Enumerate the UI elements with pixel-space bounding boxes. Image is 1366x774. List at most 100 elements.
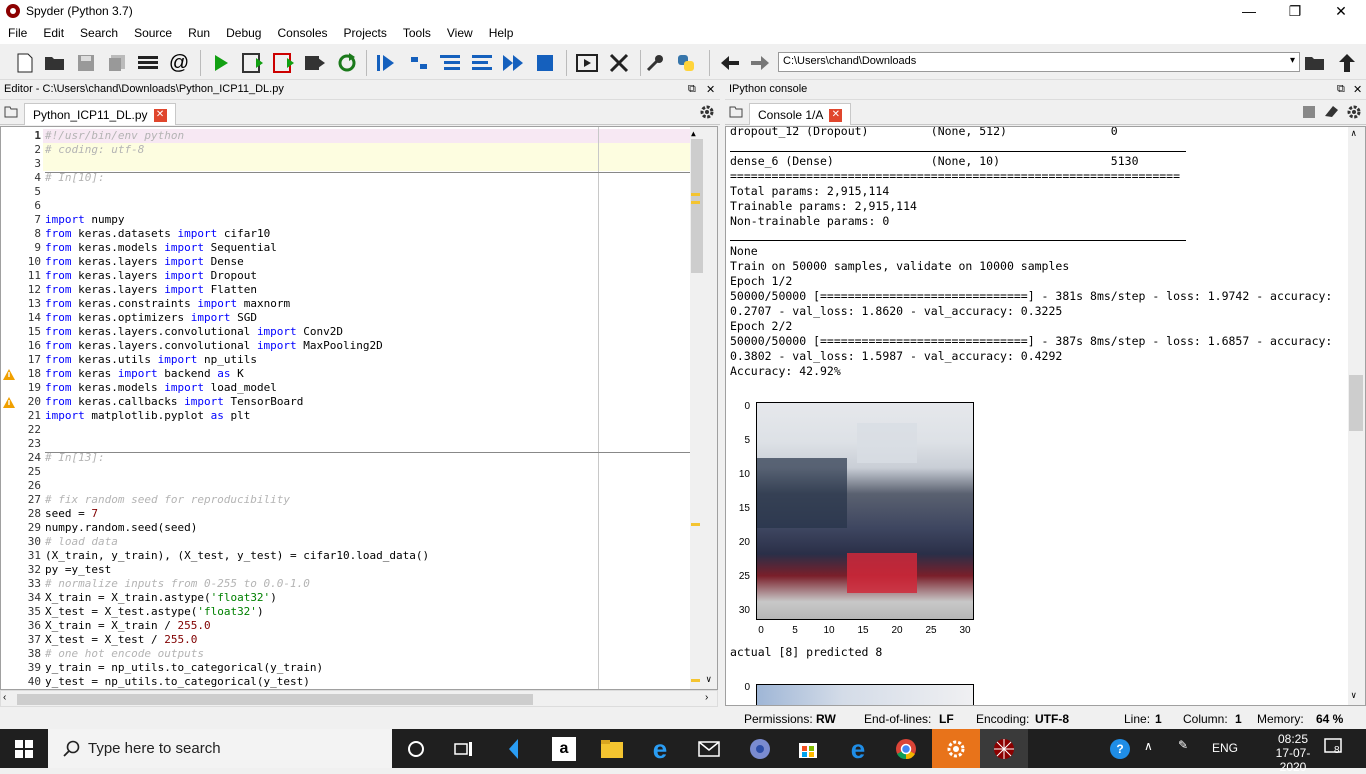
encoding-label: Encoding: <box>976 712 1030 726</box>
memory-value: 64 % <box>1316 712 1344 726</box>
python-path-icon[interactable] <box>673 50 699 76</box>
forward-arrow-icon[interactable] <box>747 50 773 76</box>
line-number: 6 <box>34 199 41 212</box>
scroll-down-icon[interactable]: ∨ <box>1351 691 1356 701</box>
new-file-icon[interactable] <box>12 50 38 76</box>
menu-consoles[interactable]: Consoles <box>269 22 335 40</box>
language-indicator[interactable]: ENG <box>1212 741 1238 755</box>
close-pane-icon[interactable]: ✕ <box>1353 83 1362 96</box>
run-cell-icon[interactable] <box>240 50 266 76</box>
code-editor[interactable]: 1 2 3 4 5 6 7 8 9 10 11 12 13 14 15 16 17 18 19 20 21 22 23 24 2… <box>0 126 718 690</box>
list-icon[interactable] <box>135 50 161 76</box>
preferences-icon[interactable] <box>642 50 668 76</box>
edge-icon[interactable]: e <box>636 729 684 768</box>
eraser-icon[interactable] <box>1323 104 1339 121</box>
browse-tabs-icon[interactable] <box>729 105 743 122</box>
run-selection-icon[interactable] <box>302 50 328 76</box>
mail-icon[interactable] <box>686 729 734 768</box>
menu-projects[interactable]: Projects <box>336 22 395 40</box>
scrollbar-thumb[interactable] <box>691 139 703 273</box>
step-return-icon[interactable] <box>469 50 495 76</box>
close-pane-icon[interactable]: ✕ <box>706 83 715 96</box>
save-icon[interactable] <box>73 50 99 76</box>
chevron-up-icon[interactable]: ∧ <box>1144 739 1153 753</box>
run-icon[interactable] <box>208 50 234 76</box>
file-explorer-icon[interactable] <box>588 729 636 768</box>
horizontal-scrollbar-thumb[interactable] <box>17 694 533 705</box>
console-scrollbar[interactable]: ∧ ∨ <box>1348 127 1365 705</box>
working-directory-input[interactable]: C:\Users\chand\Downloads ▾ <box>778 52 1300 72</box>
menu-debug[interactable]: Debug <box>218 22 269 40</box>
console-tab[interactable]: Console 1/A ✕ <box>749 103 852 125</box>
stop-icon[interactable] <box>532 50 558 76</box>
at-icon[interactable]: @ <box>166 50 192 76</box>
fullscreen-icon[interactable] <box>606 50 632 76</box>
chrome-icon[interactable] <box>882 729 930 768</box>
menu-help[interactable]: Help <box>481 22 522 40</box>
scrollbar-thumb[interactable] <box>1349 375 1363 431</box>
parent-directory-icon[interactable] <box>1334 50 1360 76</box>
scroll-right-icon[interactable]: › <box>705 692 708 703</box>
store-icon[interactable] <box>784 729 832 768</box>
menu-tools[interactable]: Tools <box>395 22 439 40</box>
editor-horizontal-scrollbar[interactable]: ‹ › <box>0 690 718 707</box>
scroll-up-icon[interactable]: ∧ <box>1351 129 1356 139</box>
menu-view[interactable]: View <box>439 22 481 40</box>
step-into-icon[interactable] <box>437 50 463 76</box>
edge-chromium-icon[interactable]: e <box>834 729 882 768</box>
continue-icon[interactable] <box>500 50 526 76</box>
windows-start-icon[interactable] <box>0 729 48 768</box>
encoding-value: UTF-8 <box>1035 712 1069 726</box>
pen-icon[interactable]: ✎ <box>1178 738 1188 752</box>
open-file-icon[interactable] <box>42 50 68 76</box>
undock-icon[interactable]: ⧉ <box>688 83 696 96</box>
scroll-down-icon[interactable]: ∨ <box>706 675 717 687</box>
menu-search[interactable]: Search <box>72 22 126 40</box>
save-all-icon[interactable] <box>104 50 130 76</box>
minimize-button[interactable]: — <box>1226 0 1272 22</box>
line-number-gutter: 1 2 3 4 5 6 7 8 9 10 11 12 13 14 15 16 17 18 19 20 21 22 23 24 2… <box>1 127 43 689</box>
line-number: 11 <box>27 269 41 282</box>
code-line: X_train = X_train.astype('float32') <box>45 591 277 604</box>
maximize-pane-icon[interactable] <box>574 50 600 76</box>
close-tab-icon[interactable]: ✕ <box>153 109 167 123</box>
chrome-icon-blue[interactable] <box>736 729 784 768</box>
task-view-icon[interactable] <box>440 729 488 768</box>
line-number: 15 <box>27 325 41 338</box>
notification-icon[interactable]: 8 <box>1324 738 1344 759</box>
debug-icon[interactable] <box>373 50 399 76</box>
vscode-icon[interactable] <box>490 729 538 768</box>
maximize-button[interactable]: ❐ <box>1272 0 1318 22</box>
chevron-down-icon[interactable]: ▾ <box>1290 55 1295 66</box>
browse-tabs-icon[interactable] <box>4 105 18 122</box>
settings-icon[interactable] <box>932 729 980 768</box>
help-icon[interactable]: ? <box>1096 729 1144 768</box>
run-cell-advance-icon[interactable] <box>271 50 297 76</box>
menu-source[interactable]: Source <box>126 22 180 40</box>
menu-run[interactable]: Run <box>180 22 218 40</box>
ipython-console[interactable]: dropout_12 (Dropout) (None, 512) 0 dense_… <box>725 126 1366 706</box>
plot-x-tick: 10 <box>823 625 835 636</box>
spyder-taskbar-icon[interactable] <box>980 729 1028 768</box>
menu-file[interactable]: File <box>0 22 35 40</box>
close-tab-icon[interactable]: ✕ <box>829 109 843 123</box>
taskbar-search[interactable]: Type here to search <box>48 729 392 768</box>
console-pane-title: IPython console <box>729 83 808 95</box>
line-number: 31 <box>27 549 41 562</box>
step-icon[interactable] <box>406 50 432 76</box>
back-arrow-icon[interactable] <box>717 50 743 76</box>
rerun-icon[interactable] <box>334 50 360 76</box>
stop-kernel-icon[interactable] <box>1303 106 1315 118</box>
cortana-icon[interactable] <box>392 729 440 768</box>
editor-tab[interactable]: Python_ICP11_DL.py ✕ <box>24 103 176 125</box>
menu-edit[interactable]: Edit <box>35 22 72 40</box>
gear-icon[interactable] <box>1347 105 1361 122</box>
editor-scrollbar[interactable]: ▲ ∨ <box>690 127 717 689</box>
code-line: from keras.layers import Dense <box>45 255 244 268</box>
amazon-icon[interactable]: a <box>540 729 588 768</box>
scroll-left-icon[interactable]: ‹ <box>3 692 6 703</box>
browse-folder-icon[interactable] <box>1302 50 1328 76</box>
undock-icon[interactable]: ⧉ <box>1337 83 1345 96</box>
close-button[interactable]: ✕ <box>1318 0 1364 22</box>
gear-icon[interactable] <box>700 105 714 122</box>
